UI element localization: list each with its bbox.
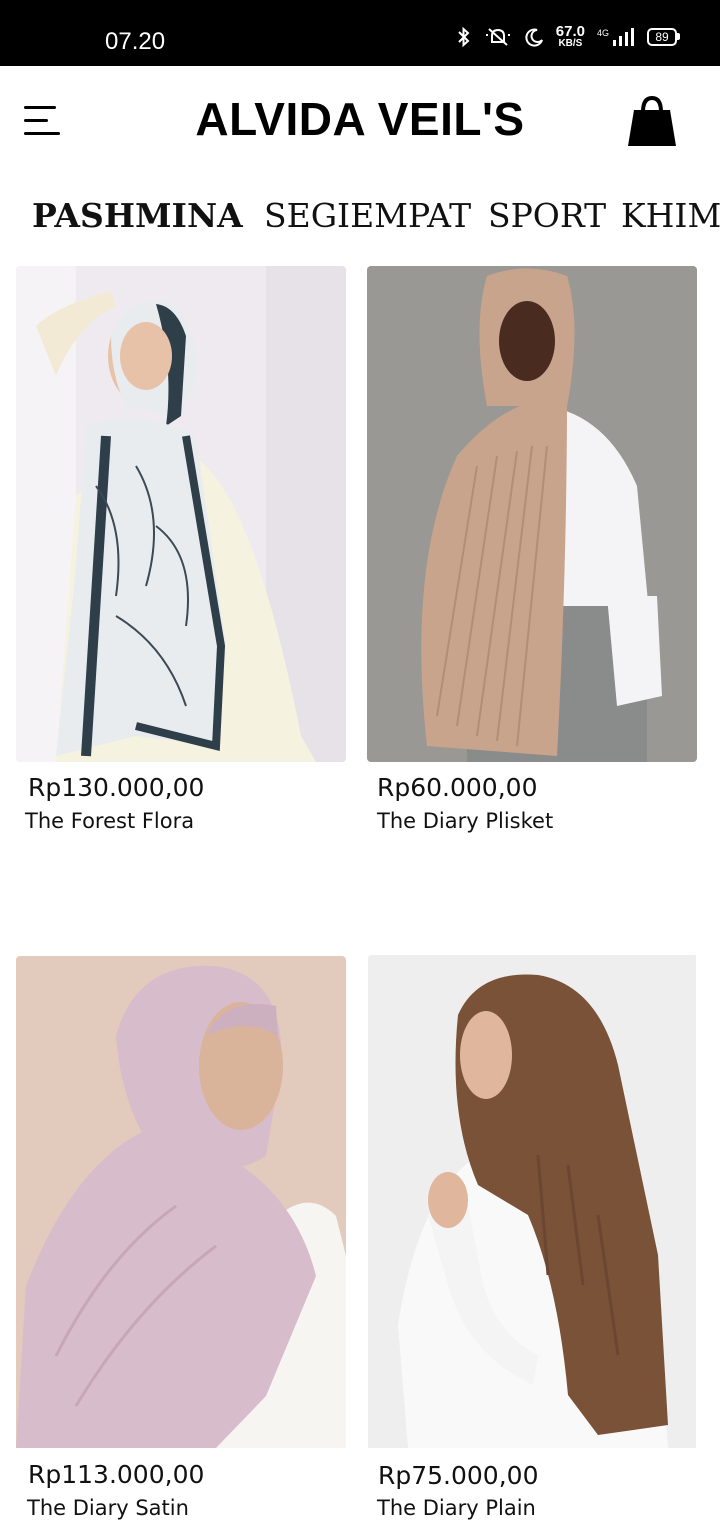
product-image[interactable] [368, 955, 698, 1451]
product-card[interactable] [16, 266, 346, 762]
product-image[interactable] [16, 266, 346, 762]
tab-khimar[interactable]: KHIMAR [621, 196, 720, 235]
brand-title: ALVIDA VEIL'S [195, 93, 525, 145]
app-header: ALVIDA VEIL'S [0, 66, 720, 176]
status-bar: 07.20 67.0 KB/S 4G 89 [0, 0, 720, 66]
product-name[interactable]: The Diary Satin [27, 1496, 189, 1520]
status-time: 07.20 [105, 28, 166, 55]
product-card[interactable] [367, 266, 697, 762]
product-name[interactable]: The Diary Plisket [377, 809, 553, 833]
status-icons: 67.0 KB/S 4G 89 [456, 24, 680, 49]
shopping-bag-icon[interactable] [624, 92, 680, 150]
product-name[interactable]: The Diary Plain [377, 1496, 536, 1520]
product-price: Rp75.000,00 [378, 1461, 539, 1490]
signal-icon: 4G [597, 27, 634, 46]
product-name[interactable]: The Forest Flora [25, 809, 194, 833]
product-card[interactable] [368, 955, 698, 1451]
tab-pashmina[interactable]: PASHMINA [32, 196, 243, 235]
product-image[interactable] [367, 266, 697, 762]
bluetooth-icon [458, 26, 470, 47]
category-tabs: PASHMINA SEGIEMPAT SPORT KHIMAR [0, 190, 720, 245]
product-price: Rp113.000,00 [28, 1460, 205, 1489]
mute-icon [485, 27, 510, 46]
product-price: Rp130.000,00 [28, 773, 205, 802]
moon-icon [525, 28, 543, 46]
tab-segiempat[interactable]: SEGIEMPAT [264, 196, 471, 235]
product-price: Rp60.000,00 [377, 773, 538, 802]
network-speed: 67.0 KB/S [555, 23, 585, 49]
battery-icon: 89 [647, 27, 680, 46]
product-image[interactable] [16, 956, 346, 1452]
svg-text:4G: 4G [597, 28, 609, 38]
tab-sport[interactable]: SPORT [488, 196, 606, 235]
product-card[interactable] [16, 956, 346, 1452]
